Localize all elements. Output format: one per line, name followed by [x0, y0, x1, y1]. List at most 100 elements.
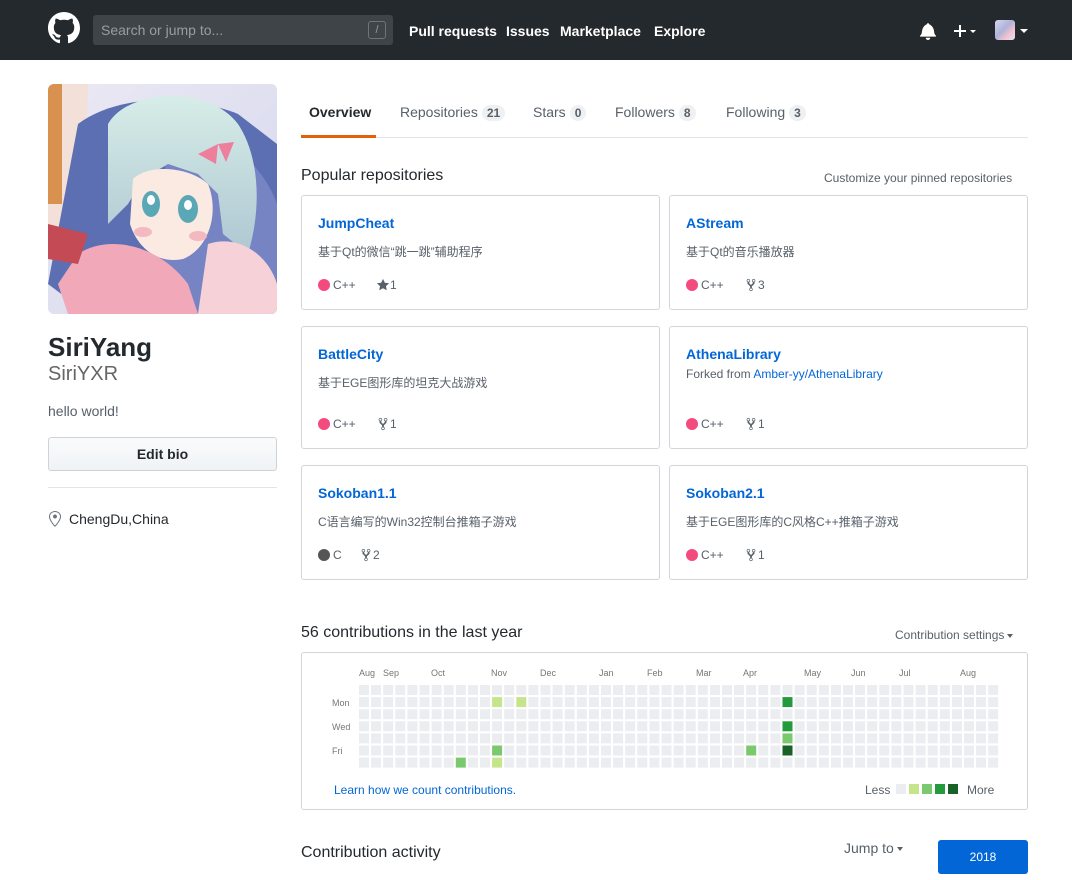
contribution-day[interactable] [564, 709, 575, 720]
repo-stat-count[interactable]: 3 [758, 278, 765, 292]
contribution-day[interactable] [843, 757, 853, 768]
nav-issues[interactable]: Issues [506, 23, 550, 39]
forked-from-link[interactable]: Amber-yy/AthenaLibrary [753, 367, 882, 381]
contribution-day[interactable] [879, 745, 890, 756]
contribution-day[interactable] [383, 733, 394, 744]
contribution-day[interactable] [504, 745, 515, 756]
contribution-day[interactable] [939, 745, 950, 756]
contribution-day[interactable] [552, 709, 563, 720]
contribution-day[interactable] [758, 733, 769, 744]
contribution-day[interactable] [443, 733, 454, 744]
contribution-day[interactable] [794, 757, 805, 768]
contribution-day[interactable] [637, 709, 648, 720]
contribution-day[interactable] [673, 757, 684, 768]
contribution-day[interactable] [903, 757, 914, 768]
contribution-day[interactable] [649, 745, 660, 756]
contribution-day[interactable] [504, 697, 515, 708]
contribution-day[interactable] [613, 697, 624, 708]
contribution-day[interactable] [867, 697, 878, 708]
contribution-day[interactable] [359, 745, 369, 756]
contribution-day[interactable] [903, 745, 914, 756]
contribution-day[interactable] [855, 757, 866, 768]
contribution-day[interactable] [988, 697, 999, 708]
contribution-day[interactable] [830, 757, 841, 768]
contribution-day[interactable] [830, 721, 841, 732]
contribution-day[interactable] [395, 757, 406, 768]
contribution-day[interactable] [818, 745, 829, 756]
repo-stat-count[interactable]: 1 [758, 548, 765, 562]
learn-contributions-link[interactable]: Learn how we count contributions. [334, 783, 516, 797]
contribution-day[interactable] [734, 697, 745, 708]
contribution-day[interactable] [915, 697, 926, 708]
repo-stat-count[interactable]: 1 [758, 417, 765, 431]
contribution-day[interactable] [371, 685, 382, 695]
contribution-day[interactable] [673, 721, 684, 732]
contribution-day[interactable] [976, 745, 987, 756]
contribution-day[interactable] [661, 745, 672, 756]
contribution-day[interactable] [443, 745, 454, 756]
contribution-day[interactable] [976, 697, 987, 708]
contribution-day[interactable] [734, 745, 745, 756]
contribution-day[interactable] [637, 757, 648, 768]
contribution-day[interactable] [673, 709, 684, 720]
repo-stat-count[interactable]: 2 [373, 548, 380, 562]
contribution-settings-dropdown[interactable]: Contribution settings [895, 628, 1014, 642]
contribution-day[interactable] [528, 697, 539, 708]
contribution-day[interactable] [697, 697, 708, 708]
repo-name-link[interactable]: BattleCity [318, 346, 383, 362]
contribution-day[interactable] [867, 721, 878, 732]
contribution-day[interactable] [867, 709, 878, 720]
contribution-day[interactable] [939, 721, 950, 732]
contribution-day[interactable] [576, 745, 587, 756]
contribution-day[interactable] [407, 709, 418, 720]
contribution-day[interactable] [697, 709, 708, 720]
contribution-day[interactable] [722, 757, 732, 768]
contribution-day[interactable] [431, 709, 442, 720]
contribution-day[interactable] [806, 757, 817, 768]
year-2018-button[interactable]: 2018 [938, 840, 1028, 874]
contribution-day[interactable] [964, 697, 974, 708]
contribution-day[interactable] [879, 685, 890, 695]
contribution-day[interactable] [455, 697, 466, 708]
contribution-day[interactable] [722, 697, 732, 708]
contribution-day[interactable] [540, 721, 551, 732]
user-menu-button[interactable] [995, 20, 1031, 42]
contribution-day[interactable] [964, 733, 974, 744]
contribution-day[interactable] [371, 709, 382, 720]
contribution-day[interactable] [830, 697, 841, 708]
contribution-day[interactable] [601, 709, 611, 720]
contribution-day[interactable] [601, 685, 611, 695]
contribution-day[interactable] [951, 709, 962, 720]
contribution-day[interactable] [903, 685, 914, 695]
contribution-day[interactable] [782, 697, 793, 708]
contribution-day[interactable] [746, 757, 757, 768]
contribution-day[interactable] [383, 685, 394, 695]
contribution-day[interactable] [552, 721, 563, 732]
contribution-day[interactable] [419, 757, 430, 768]
contribution-day[interactable] [443, 697, 454, 708]
contribution-day[interactable] [770, 721, 781, 732]
contribution-day[interactable] [443, 757, 454, 768]
contribution-day[interactable] [419, 733, 430, 744]
contribution-day[interactable] [843, 685, 853, 695]
contribution-day[interactable] [516, 721, 527, 732]
contribution-day[interactable] [371, 721, 382, 732]
contribution-day[interactable] [359, 757, 369, 768]
nav-pull-requests[interactable]: Pull requests [409, 23, 497, 39]
contribution-day[interactable] [492, 697, 503, 708]
contribution-day[interactable] [407, 745, 418, 756]
contribution-day[interactable] [927, 685, 938, 695]
contribution-day[interactable] [734, 721, 745, 732]
contribution-day[interactable] [649, 733, 660, 744]
contribution-day[interactable] [746, 685, 757, 695]
contribution-day[interactable] [685, 757, 696, 768]
contribution-day[interactable] [891, 721, 902, 732]
star-icon[interactable] [376, 278, 390, 292]
contribution-day[interactable] [455, 733, 466, 744]
contribution-day[interactable] [492, 721, 503, 732]
contribution-day[interactable] [516, 733, 527, 744]
contribution-day[interactable] [855, 733, 866, 744]
contribution-day[interactable] [601, 733, 611, 744]
contribution-day[interactable] [697, 685, 708, 695]
contribution-day[interactable] [794, 721, 805, 732]
